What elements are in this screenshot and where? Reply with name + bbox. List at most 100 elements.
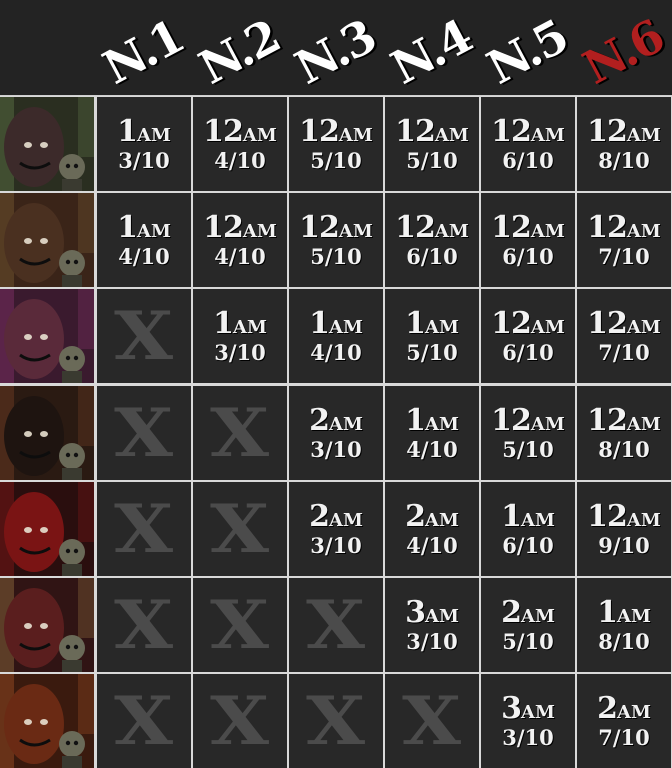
activation-ampm: AM: [434, 125, 469, 146]
activation-hour: 2: [309, 499, 330, 534]
character-row: X 1AM 3/10 1AM 4/10 1AM 5/10 12AM 6/10 12AM 7/10: [0, 289, 672, 383]
activation-hour: 3: [405, 595, 426, 630]
activation-hour: 1: [597, 595, 618, 630]
activation-time: 12AM: [299, 213, 373, 243]
night-label-6: N.6: [574, 9, 672, 95]
activation-cell: 12AM 6/10: [481, 289, 575, 383]
unavailable-x-icon: X: [210, 586, 270, 664]
activation-time: 1AM: [405, 406, 459, 436]
activation-time: 12AM: [203, 213, 277, 243]
activation-ampm: AM: [136, 125, 171, 146]
activation-cell: 2AM 3/10: [289, 482, 383, 576]
difficulty-rating: 8/10: [598, 148, 650, 173]
activation-hour: 12: [587, 210, 628, 245]
difficulty-rating: 6/10: [502, 340, 554, 365]
activation-cell: 1AM 6/10: [481, 482, 575, 576]
unavailable-x-icon: X: [114, 297, 174, 375]
difficulty-rating: 4/10: [406, 437, 458, 462]
activation-cell: 12AM 6/10: [481, 193, 575, 287]
activation-hour: 12: [491, 403, 532, 438]
difficulty-rating: 5/10: [406, 340, 458, 365]
activation-time: 12AM: [203, 117, 277, 147]
activation-hour: 12: [587, 306, 628, 341]
character-row: X X 2AM 3/10 2AM 4/10 1AM 6/10 12AM 9/10: [0, 482, 672, 576]
night-header-row: N.1 N.2 N.3 N.4 N.5 N.6: [0, 0, 672, 96]
difficulty-rating: 5/10: [502, 437, 554, 462]
activation-ampm: AM: [626, 221, 661, 242]
difficulty-rating: 4/10: [310, 340, 362, 365]
character-art-icon: [0, 674, 94, 768]
activation-hour: 12: [203, 114, 244, 149]
activation-cell: 1AM 3/10: [193, 289, 287, 383]
character-portrait: [0, 289, 94, 383]
character-row: 1AM 3/10 12AM 4/10 12AM 5/10 12AM 5/10 12AM 6/10 1…: [0, 97, 672, 191]
activation-time: 12AM: [587, 117, 661, 147]
difficulty-rating: 5/10: [310, 244, 362, 269]
activation-hour: 1: [117, 114, 138, 149]
activation-ampm: AM: [520, 510, 555, 531]
activation-hour: 3: [501, 691, 522, 726]
activation-time: 3AM: [501, 694, 555, 724]
activation-time: 1AM: [213, 309, 267, 339]
activation-ampm: AM: [520, 606, 555, 627]
unavailable-cell: X: [97, 289, 191, 383]
activation-hour: 2: [405, 499, 426, 534]
activation-cell: 12AM 6/10: [385, 193, 479, 287]
unavailable-x-icon: X: [210, 394, 270, 472]
difficulty-rating: 6/10: [502, 533, 554, 558]
activation-cell: 2AM 3/10: [289, 386, 383, 480]
activation-hour: 12: [203, 210, 244, 245]
activation-hour: 1: [501, 499, 522, 534]
unavailable-cell: X: [289, 674, 383, 768]
character-row: X X X X 3AM 3/10 2AM 7/10: [0, 674, 672, 768]
activation-ampm: AM: [136, 221, 171, 242]
activation-ampm: AM: [424, 414, 459, 435]
difficulty-rating: 3/10: [406, 629, 458, 654]
difficulty-rating: 8/10: [598, 629, 650, 654]
difficulty-rating: 4/10: [406, 533, 458, 558]
activation-cell: 12AM 7/10: [577, 193, 671, 287]
activation-cell: 1AM 4/10: [385, 386, 479, 480]
activation-time: 12AM: [395, 213, 469, 243]
difficulty-rating: 9/10: [598, 533, 650, 558]
activation-time: 12AM: [299, 117, 373, 147]
unavailable-x-icon: X: [114, 394, 174, 472]
activation-time: 2AM: [597, 694, 651, 724]
activation-ampm: AM: [616, 702, 651, 723]
unavailable-cell: X: [97, 386, 191, 480]
activation-time: 1AM: [501, 502, 555, 532]
activation-cell: 12AM 7/10: [577, 289, 671, 383]
character-portrait: [0, 97, 94, 191]
unavailable-x-icon: X: [114, 490, 174, 568]
unavailable-x-icon: X: [114, 682, 174, 760]
activation-hour: 2: [597, 691, 618, 726]
activation-hour: 12: [395, 114, 436, 149]
activation-time: 1AM: [405, 309, 459, 339]
activation-ampm: AM: [626, 510, 661, 531]
character-art-icon: [0, 578, 94, 672]
difficulty-rating: 5/10: [502, 629, 554, 654]
activation-ampm: AM: [328, 414, 363, 435]
activation-ampm: AM: [232, 317, 267, 338]
unavailable-x-icon: X: [306, 586, 366, 664]
activation-cell: 12AM 8/10: [577, 97, 671, 191]
activation-cell: 2AM 5/10: [481, 578, 575, 672]
character-art-icon: [0, 193, 94, 287]
activation-cell: 12AM 4/10: [193, 97, 287, 191]
unavailable-x-icon: X: [210, 490, 270, 568]
activation-ampm: AM: [520, 702, 555, 723]
activation-ampm: AM: [424, 510, 459, 531]
unavailable-cell: X: [97, 578, 191, 672]
activation-hour: 12: [491, 306, 532, 341]
difficulty-rating: 7/10: [598, 725, 650, 750]
activation-ampm: AM: [616, 606, 651, 627]
activation-hour: 12: [395, 210, 436, 245]
activation-hour: 12: [299, 210, 340, 245]
difficulty-rating: 5/10: [310, 148, 362, 173]
difficulty-rating: 7/10: [598, 244, 650, 269]
unavailable-x-icon: X: [210, 682, 270, 760]
character-art-icon: [0, 386, 94, 480]
activation-hour: 1: [213, 306, 234, 341]
character-portrait: [0, 193, 94, 287]
activation-ampm: AM: [242, 125, 277, 146]
